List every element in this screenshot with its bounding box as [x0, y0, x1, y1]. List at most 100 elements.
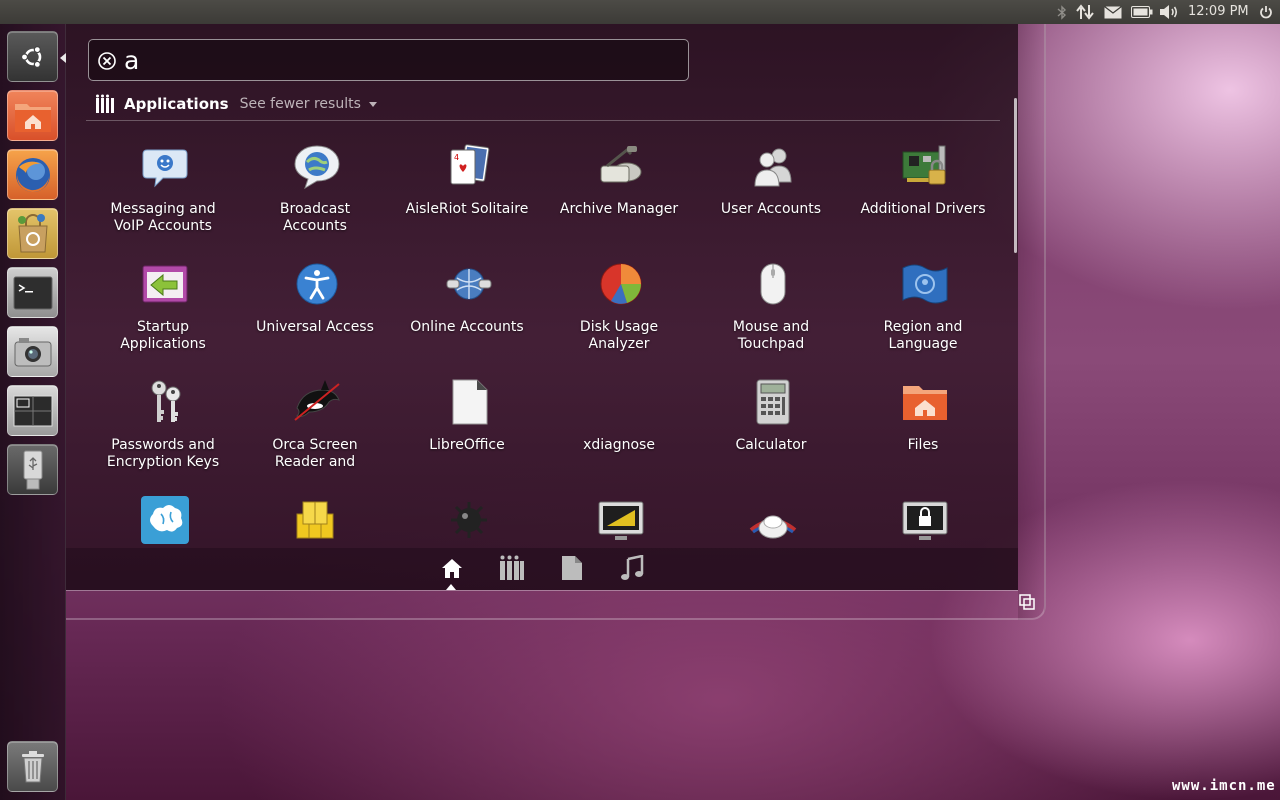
result-label: Region and Language — [883, 319, 963, 352]
users-icon — [754, 148, 792, 187]
software-center-launcher[interactable] — [7, 208, 58, 259]
result-tile[interactable] — [391, 492, 543, 546]
online-accounts-icon — [446, 268, 492, 300]
result-tile[interactable]: Archive Manager — [543, 138, 695, 238]
volume-icon[interactable] — [1158, 0, 1182, 24]
xdiagnose-icon — [597, 378, 645, 426]
resize-handle-icon[interactable] — [1018, 593, 1036, 611]
power-icon[interactable] — [1256, 0, 1276, 24]
result-tile[interactable]: User Accounts — [695, 138, 847, 238]
result-tile[interactable]: Mouse and Touchpad — [695, 256, 847, 356]
category-title: Applications — [124, 95, 229, 113]
result-tile[interactable]: Broadcast Accounts — [239, 138, 391, 238]
orca-icon — [294, 380, 340, 421]
launcher — [0, 24, 66, 800]
result-label: Calculator — [735, 437, 807, 453]
trash-icon — [21, 750, 44, 782]
result-label: Disk Usage Analyzer — [579, 319, 659, 352]
camera-icon — [14, 337, 51, 366]
home-folder-icon — [14, 103, 51, 132]
firefox-icon — [15, 157, 50, 192]
libreoffice-icon — [452, 379, 488, 425]
display-icon — [598, 501, 644, 540]
result-tile[interactable]: xdiagnose — [543, 374, 695, 474]
archive-icon — [600, 146, 642, 183]
cards-icon: 4 — [450, 144, 490, 185]
result-tile[interactable]: Disk Usage Analyzer — [543, 256, 695, 356]
results-grid: Messaging and VoIP Accounts Broadcast Ac… — [87, 138, 1001, 546]
disk-usage-icon — [600, 263, 642, 305]
result-label: Universal Access — [256, 319, 374, 335]
result-tile[interactable] — [87, 492, 239, 546]
chevron-down-icon — [368, 101, 377, 107]
result-tile[interactable] — [239, 492, 391, 546]
result-label: Online Accounts — [410, 319, 524, 335]
result-tile[interactable]: Online Accounts — [391, 256, 543, 356]
disc-icon — [749, 515, 797, 539]
result-tile[interactable] — [847, 492, 999, 546]
mail-icon[interactable] — [1102, 0, 1124, 24]
workspace-switcher-icon — [13, 395, 52, 426]
top-panel: 12:09 PM — [0, 0, 1280, 24]
keys-icon — [151, 380, 181, 422]
result-tile[interactable]: Calculator — [695, 374, 847, 474]
music-lens-icon[interactable] — [618, 554, 646, 582]
search-box[interactable] — [88, 39, 689, 81]
result-tile[interactable]: LibreOffice — [391, 374, 543, 474]
brain-icon — [141, 496, 189, 544]
workspace-switcher-launcher[interactable] — [7, 385, 58, 436]
result-tile[interactable]: Orca Screen Reader and — [239, 374, 391, 474]
result-label: Orca Screen Reader and — [272, 437, 358, 470]
files-lens-icon[interactable] — [558, 554, 586, 582]
clear-search-icon[interactable] — [97, 51, 117, 71]
mines-icon — [451, 502, 487, 538]
accessibility-icon — [296, 263, 338, 305]
network-icon[interactable] — [1074, 0, 1096, 24]
result-tile[interactable]: Additional Drivers — [847, 138, 999, 238]
terminal-launcher[interactable] — [7, 267, 58, 318]
result-tile[interactable]: Files — [847, 374, 999, 474]
files-icon — [903, 386, 947, 420]
firefox-launcher[interactable] — [7, 149, 58, 200]
mahjongg-icon — [296, 501, 334, 539]
search-input[interactable] — [124, 44, 664, 76]
watermark: www.imcn.me — [1172, 778, 1276, 794]
battery-icon[interactable] — [1130, 0, 1154, 24]
result-tile[interactable]: Messaging and VoIP Accounts — [87, 138, 239, 238]
see-fewer-results-link[interactable]: See fewer results — [240, 96, 377, 112]
calculator-icon — [756, 379, 790, 425]
messaging-icon — [142, 149, 188, 188]
home-folder-launcher[interactable] — [7, 90, 58, 141]
result-label: Startup Applications — [120, 319, 206, 352]
category-divider — [86, 120, 1000, 121]
clock[interactable]: 12:09 PM — [1188, 0, 1249, 24]
home-lens-icon[interactable] — [438, 554, 466, 582]
lock-screen-icon — [902, 501, 948, 540]
ubuntu-logo-icon — [20, 45, 41, 68]
result-tile[interactable]: 4 AisleRiot Solitaire — [391, 138, 543, 238]
shotwell-launcher[interactable] — [7, 326, 58, 377]
result-tile[interactable]: Universal Access — [239, 256, 391, 356]
result-tile[interactable]: Startup Applications — [87, 256, 239, 356]
result-label: xdiagnose — [583, 437, 655, 453]
trash-launcher[interactable] — [7, 741, 58, 792]
broadcast-icon — [294, 145, 340, 190]
results-scrollbar[interactable] — [1014, 98, 1017, 253]
usb-drive-launcher[interactable] — [7, 444, 58, 495]
svg-text:4: 4 — [454, 153, 459, 162]
result-tile[interactable] — [543, 492, 695, 546]
result-label: Additional Drivers — [860, 201, 986, 217]
applications-lens-icon[interactable] — [498, 554, 526, 582]
region-icon — [902, 264, 948, 304]
bluetooth-icon[interactable] — [1054, 0, 1070, 24]
result-tile[interactable] — [695, 492, 847, 546]
result-label: Passwords and Encryption Keys — [106, 437, 220, 470]
mouse-icon — [760, 263, 786, 305]
result-label: Messaging and VoIP Accounts — [110, 201, 216, 234]
result-label: LibreOffice — [429, 437, 505, 453]
dash-frame-bottom — [66, 590, 1018, 620]
result-tile[interactable]: Passwords and Encryption Keys — [87, 374, 239, 474]
dash-frame — [1018, 24, 1046, 620]
result-tile[interactable]: Region and Language — [847, 256, 999, 356]
dash-home-button[interactable] — [7, 31, 58, 82]
